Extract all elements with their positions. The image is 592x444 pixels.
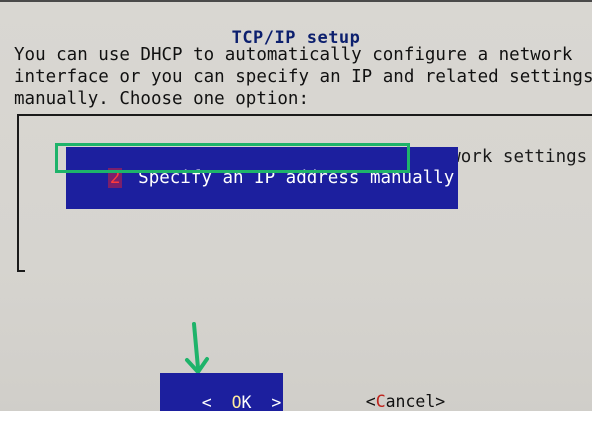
selected-option-highlight xyxy=(55,143,410,173)
ok-label-first: O xyxy=(231,393,242,412)
down-arrow-icon xyxy=(185,322,209,374)
ok-right-bracket: > xyxy=(271,393,282,412)
options-list-frame-corner xyxy=(17,256,25,272)
ok-left-bracket: < xyxy=(201,393,212,412)
dialog-description: You can use DHCP to automatically config… xyxy=(14,45,592,109)
bottom-margin xyxy=(0,411,592,444)
terminal-screen: TCP/IP setup You can use DHCP to automat… xyxy=(0,0,592,444)
cancel-hotkey: C xyxy=(375,392,386,411)
cancel-close-bracket: > xyxy=(435,392,446,411)
cancel-open-bracket: < xyxy=(365,392,376,411)
ok-label-rest: K xyxy=(241,393,252,412)
cancel-label-rest: ancel xyxy=(385,392,436,411)
top-border xyxy=(0,0,592,2)
